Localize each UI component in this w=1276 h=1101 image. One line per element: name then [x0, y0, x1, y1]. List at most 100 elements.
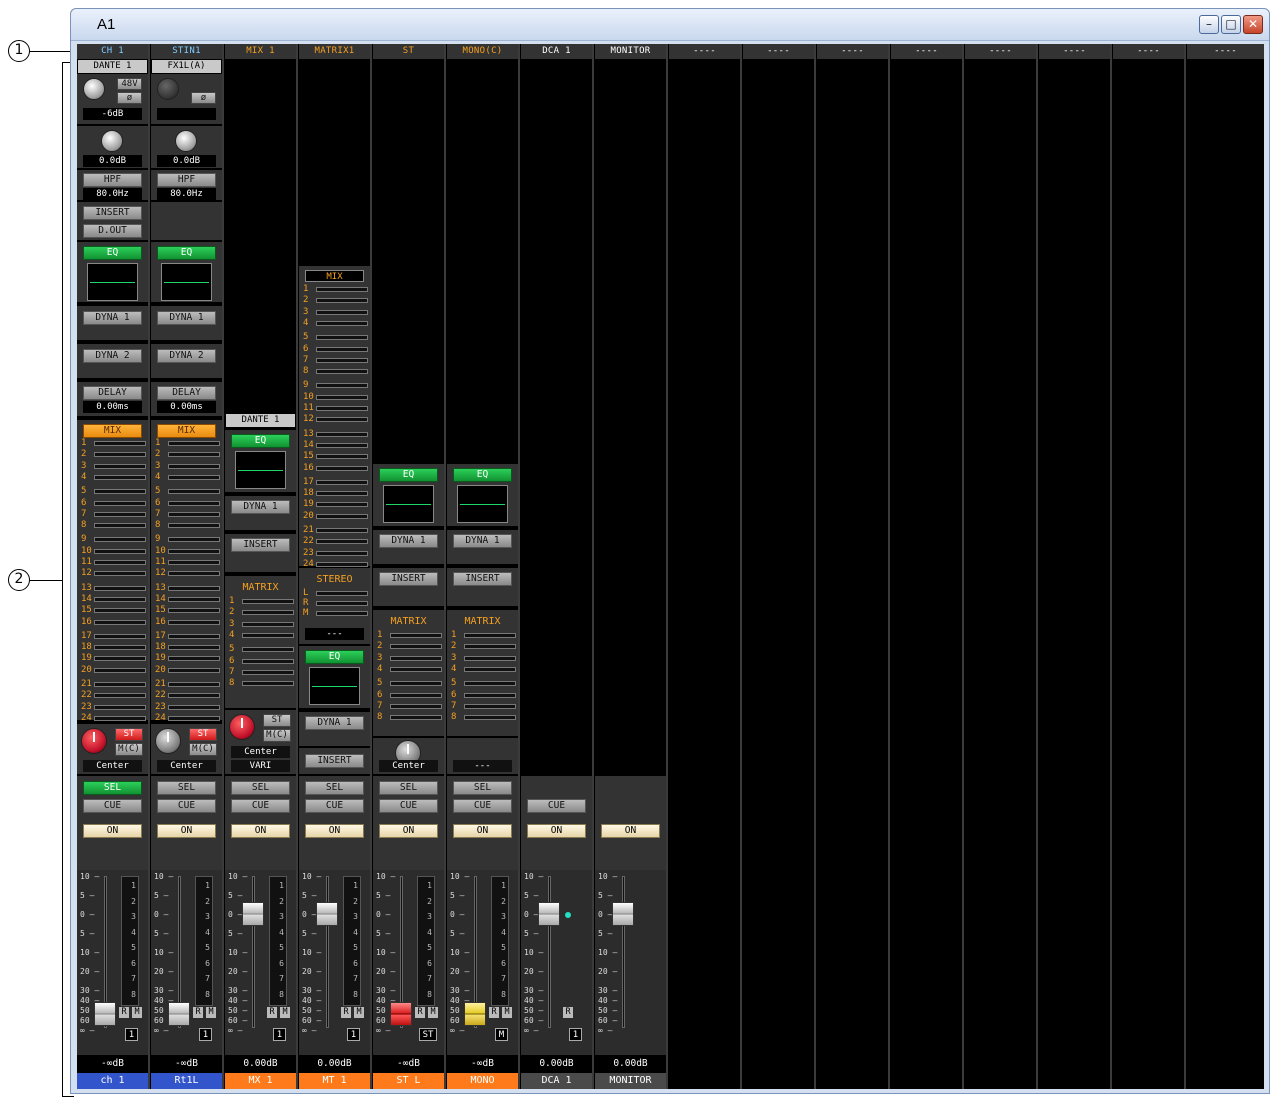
send-bar[interactable]: [168, 633, 220, 639]
pan-knob-icon[interactable]: [81, 728, 107, 754]
cue-button[interactable]: CUE: [157, 799, 216, 813]
mix-send-button[interactable]: MIX: [83, 424, 142, 438]
send-level-6[interactable]: 6: [155, 498, 220, 508]
send-bar[interactable]: [168, 682, 220, 687]
to-mono-button[interactable]: M(C): [263, 729, 291, 742]
send-bar[interactable]: [168, 523, 220, 529]
strip-top-label[interactable]: ----: [1113, 44, 1184, 59]
eq-graph[interactable]: [457, 485, 508, 523]
channel-name[interactable]: ch 1: [77, 1073, 148, 1089]
send-level-7[interactable]: 7: [229, 667, 294, 677]
send-level-5[interactable]: 5: [155, 486, 220, 496]
send-level-6[interactable]: 6: [451, 690, 516, 700]
dyna1-button[interactable]: DYNA 1: [231, 500, 290, 514]
send-level-18[interactable]: 18: [81, 642, 146, 652]
strip-top-label[interactable]: ----: [1039, 44, 1110, 59]
send-level-10[interactable]: 10: [155, 546, 220, 556]
on-button[interactable]: ON: [157, 824, 216, 838]
on-button[interactable]: ON: [305, 824, 364, 838]
send-bar[interactable]: [242, 681, 294, 687]
send-bar[interactable]: [94, 560, 146, 565]
send-level-17[interactable]: 17: [81, 631, 146, 641]
send-bar[interactable]: [316, 479, 368, 485]
send-level-5[interactable]: 5: [303, 332, 368, 342]
send-bar[interactable]: [94, 693, 146, 699]
send-bar[interactable]: [464, 655, 516, 661]
fader-knob[interactable]: [316, 902, 338, 926]
send-level-15[interactable]: 15: [155, 605, 220, 615]
send-bar[interactable]: [168, 585, 220, 591]
send-bar[interactable]: [316, 454, 368, 460]
send-bar[interactable]: [168, 608, 220, 614]
cue-button[interactable]: CUE: [83, 799, 142, 813]
dyna1-button[interactable]: DYNA 1: [379, 534, 438, 548]
eq-graph[interactable]: [309, 667, 360, 705]
fader-knob[interactable]: [168, 1002, 190, 1026]
insert-button[interactable]: INSERT: [231, 538, 290, 552]
on-button[interactable]: ON: [527, 824, 586, 838]
send-bar[interactable]: [168, 715, 220, 721]
send-level-19[interactable]: 19: [81, 653, 146, 663]
send-level-2[interactable]: 2: [155, 449, 220, 459]
phase-button[interactable]: ø: [191, 92, 216, 104]
send-level-8[interactable]: 8: [229, 678, 294, 688]
minimize-button[interactable]: –: [1199, 15, 1219, 34]
send-bar[interactable]: [242, 658, 294, 664]
send-level-2[interactable]: 2: [377, 641, 442, 651]
sel-button[interactable]: SEL: [157, 781, 216, 795]
channel-name[interactable]: MONO: [447, 1073, 518, 1089]
send-bar[interactable]: [316, 335, 368, 341]
send-bar[interactable]: [464, 692, 516, 698]
send-level-24[interactable]: 24: [303, 559, 368, 569]
channel-name[interactable]: Rt1L: [151, 1073, 222, 1089]
fader-knob[interactable]: [242, 902, 264, 926]
send-level-5[interactable]: 5: [229, 644, 294, 654]
input-patch[interactable]: FX1L(A): [152, 60, 221, 73]
send-level-23[interactable]: 23: [303, 548, 368, 558]
insert-button[interactable]: INSERT: [379, 572, 438, 586]
delay-button[interactable]: DELAY: [83, 386, 142, 400]
send-bar[interactable]: [390, 633, 442, 638]
send-bar[interactable]: [316, 539, 368, 545]
send-bar[interactable]: [390, 681, 442, 687]
send-level-8[interactable]: 8: [303, 366, 368, 376]
dyna1-button[interactable]: DYNA 1: [305, 716, 364, 730]
fader-knob[interactable]: [390, 1002, 412, 1026]
send-bar[interactable]: [94, 645, 146, 651]
hpf-button[interactable]: HPF: [83, 173, 142, 187]
send-level-19[interactable]: 19: [155, 653, 220, 663]
send-level-1[interactable]: 1: [377, 630, 442, 640]
send-bar[interactable]: [316, 491, 368, 497]
send-bar[interactable]: [464, 666, 516, 672]
send-bar[interactable]: [94, 667, 146, 673]
send-level-10[interactable]: 10: [303, 392, 368, 402]
title-bar[interactable]: A1 – □ ✕: [71, 9, 1269, 41]
sel-button[interactable]: SEL: [83, 781, 142, 795]
send-bar[interactable]: [168, 537, 220, 543]
strip-top-label[interactable]: STIN1: [151, 44, 222, 59]
send-bar[interactable]: [316, 442, 368, 448]
strip-top-label[interactable]: CH 1: [77, 44, 148, 59]
send-level-2[interactable]: 2: [81, 449, 146, 459]
channel-name[interactable]: MONITOR: [595, 1073, 666, 1089]
insert-button[interactable]: INSERT: [305, 754, 364, 768]
stereo-send-l[interactable]: L: [303, 588, 368, 598]
cue-button[interactable]: CUE: [379, 799, 438, 813]
send-level-3[interactable]: 3: [81, 461, 146, 471]
send-level-8[interactable]: 8: [81, 520, 146, 530]
send-level-17[interactable]: 17: [303, 477, 368, 487]
cue-button[interactable]: CUE: [231, 799, 290, 813]
phase-button[interactable]: ø: [117, 92, 142, 104]
send-level-5[interactable]: 5: [377, 678, 442, 688]
send-level-20[interactable]: 20: [81, 665, 146, 675]
send-level-2[interactable]: 2: [229, 607, 294, 617]
sel-button[interactable]: SEL: [305, 781, 364, 795]
send-bar[interactable]: [94, 619, 146, 625]
send-bar[interactable]: [316, 357, 368, 363]
strip-top-label[interactable]: ----: [817, 44, 888, 59]
send-level-16[interactable]: 16: [155, 617, 220, 627]
digital-gain-knob-icon[interactable]: [175, 130, 197, 152]
send-level-4[interactable]: 4: [229, 630, 294, 640]
send-level-9[interactable]: 9: [303, 380, 368, 390]
send-level-10[interactable]: 10: [81, 546, 146, 556]
